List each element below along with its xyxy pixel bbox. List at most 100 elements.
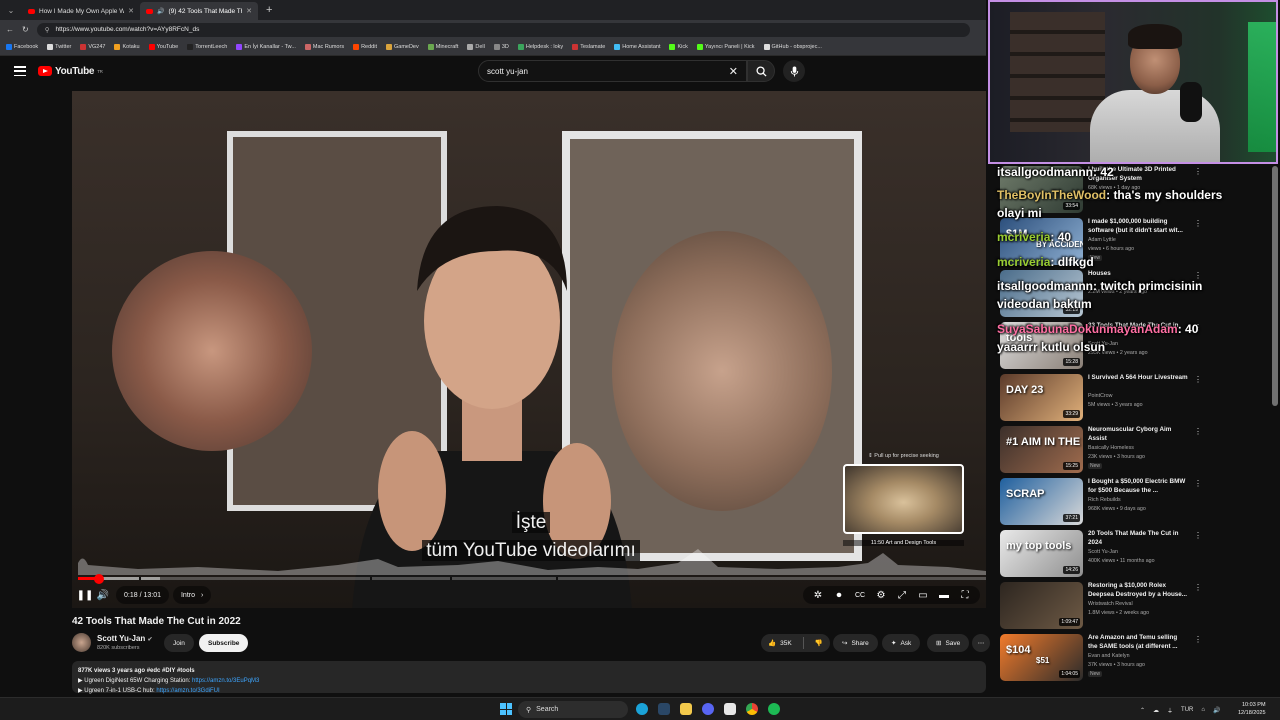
recommended-video[interactable]: #1 AIM IN THE WORLD 15:25 Neuromuscular Cy…: [997, 426, 1272, 476]
volume-icon[interactable]: 🔊: [1213, 707, 1220, 714]
recommended-video[interactable]: SCRAP 37:21 I Bought a $50,000 Electric BM…: [997, 478, 1272, 528]
more-vertical-icon[interactable]: ⋮: [1194, 635, 1202, 644]
chrome-icon[interactable]: [746, 703, 758, 715]
browser-tab[interactable]: How I Made My Own Apple Watch ✕: [22, 2, 140, 20]
bookmark-item[interactable]: TorrentLeech: [187, 44, 227, 50]
join-button[interactable]: Join: [164, 634, 194, 652]
miniplayer-icon[interactable]: ▭: [916, 588, 930, 602]
more-vertical-icon[interactable]: ⋮: [1194, 479, 1202, 488]
video-thumbnail[interactable]: DAY 23 33:29: [1000, 374, 1083, 421]
bookmark-item[interactable]: Twitter: [47, 44, 71, 50]
dislike-button[interactable]: 👎: [808, 639, 830, 647]
site-info-icon[interactable]: ⚲: [45, 26, 50, 34]
volume-icon[interactable]: 🔊: [96, 588, 110, 602]
bookmark-item[interactable]: Facebook: [6, 44, 38, 50]
fullscreen-icon[interactable]: ⛶: [958, 588, 972, 602]
bookmark-item[interactable]: YouTube: [148, 44, 178, 50]
video-thumbnail[interactable]: #1 AIM IN THE WORLD 15:25: [1000, 426, 1083, 473]
bookmark-item[interactable]: Minecraft: [427, 44, 458, 50]
video-player[interactable]: ⇕ Pull up for precise seeking 11:50 Art …: [72, 91, 986, 608]
youtube-logo[interactable]: YouTube TR: [38, 66, 103, 77]
start-icon[interactable]: [500, 703, 512, 715]
video-thumbnail[interactable]: 1:09:47: [1000, 582, 1083, 629]
pause-icon[interactable]: ❚❚: [77, 588, 94, 602]
recommended-video[interactable]: DAY 23 33:29 I Survived A 564 Hour Livestr…: [997, 374, 1272, 424]
description-link[interactable]: https://amzn.to/3GdiFUI: [156, 688, 219, 694]
bookmark-item[interactable]: Dell: [467, 44, 485, 50]
clear-search-icon[interactable]: ✕: [729, 65, 738, 78]
progress-bar[interactable]: [78, 573, 986, 584]
voice-search-button[interactable]: [783, 60, 805, 82]
url-field[interactable]: ⚲ https://www.youtube.com/watch?v=AYy8RF…: [36, 22, 970, 37]
usb-icon[interactable]: ⏚: [1167, 706, 1173, 715]
taskbar-search[interactable]: ⚲ Search: [518, 701, 628, 718]
bookmark-item[interactable]: VG247: [80, 44, 105, 50]
edge-icon[interactable]: [636, 703, 648, 715]
more-vertical-icon[interactable]: ⋮: [1194, 531, 1202, 540]
video-thumbnail[interactable]: $104 $51 1:04:05: [1000, 634, 1083, 681]
back-icon[interactable]: ←: [6, 25, 14, 34]
bookmark-item[interactable]: En İyi Kanallar - Tw...: [236, 44, 296, 50]
chapter-button[interactable]: Intro ›: [172, 586, 212, 604]
channel-avatar[interactable]: [72, 633, 91, 652]
bookmark-item[interactable]: Yayıncı Paneli | Kick: [696, 44, 755, 50]
bookmark-item[interactable]: Kotaku: [114, 44, 140, 50]
reload-icon[interactable]: ↻: [22, 25, 29, 34]
bookmark-item[interactable]: Kick: [669, 44, 688, 50]
save-button[interactable]: ⊞ Save: [927, 634, 970, 652]
description-link[interactable]: https://amzn.to/3EuPqM3: [192, 678, 259, 684]
video-thumbnail[interactable]: SCRAP 37:21: [1000, 478, 1083, 525]
autoplay-toggle-icon[interactable]: ⏺: [832, 588, 846, 602]
captions-icon[interactable]: CC: [853, 588, 867, 602]
browser-tab-active[interactable]: 🔊 (9) 42 Tools That Made The Cut ✕: [140, 2, 258, 20]
taskbar-clock[interactable]: 10:03 PM 12/18/2025: [1238, 701, 1266, 717]
network-icon[interactable]: ⌂: [1201, 707, 1205, 713]
more-vertical-icon[interactable]: ⋮: [1194, 375, 1202, 384]
bookmark-item[interactable]: Helpdesk : loky: [517, 44, 563, 50]
ask-button[interactable]: ✦ Ask: [882, 634, 921, 652]
scrubber-handle[interactable]: [93, 573, 104, 584]
search-input[interactable]: scott yu-jan ✕: [478, 60, 747, 82]
keyboard-language[interactable]: TUR: [1181, 707, 1193, 713]
tab-title: How I Made My Own Apple Watch: [39, 7, 125, 15]
open-in-new-icon[interactable]: ⤢: [895, 588, 909, 602]
menu-icon[interactable]: [14, 66, 26, 76]
more-actions-button[interactable]: ⋯: [972, 634, 990, 652]
cloud-icon[interactable]: ☁: [1153, 707, 1159, 714]
more-vertical-icon[interactable]: ⋮: [1194, 427, 1202, 436]
subscribe-button[interactable]: Subscribe: [199, 634, 249, 652]
close-tab-icon[interactable]: ✕: [128, 7, 134, 15]
like-button[interactable]: 👍 35K: [761, 639, 799, 648]
steam-icon[interactable]: [658, 703, 670, 715]
bookmark-item[interactable]: GameDev: [385, 44, 419, 50]
sidebar-scrollbar[interactable]: [1272, 166, 1278, 406]
chevron-up-icon[interactable]: ⌃: [1140, 707, 1145, 714]
channel-name: Rich Rebuilds: [1088, 497, 1121, 503]
bookmark-item[interactable]: GitHub - obsprojec...: [763, 44, 822, 50]
bookmark-item[interactable]: Home Assistant: [614, 44, 660, 50]
channel-name[interactable]: Scott Yu-Jan ✔: [97, 634, 153, 643]
search-button[interactable]: [747, 60, 775, 82]
app-icon[interactable]: [724, 703, 736, 715]
recommended-video[interactable]: $104 $51 1:04:05 Are Amazon and Temu sellin…: [997, 634, 1272, 684]
more-vertical-icon[interactable]: ⋮: [1194, 583, 1202, 592]
bookmark-item[interactable]: 3D: [493, 44, 509, 50]
recommended-video[interactable]: my top tools 14:26 20 Tools That Made The …: [997, 530, 1272, 580]
close-tab-icon[interactable]: ✕: [246, 7, 252, 15]
bookmark-item[interactable]: Reddit: [353, 44, 377, 50]
share-button[interactable]: ↪ Share: [833, 634, 878, 652]
settings-gear-icon[interactable]: ⚙: [874, 588, 888, 602]
video-thumbnail[interactable]: my top tools 14:26: [1000, 530, 1083, 577]
new-tab-button[interactable]: +: [266, 4, 272, 16]
tab-search-icon[interactable]: ⌄: [4, 3, 18, 17]
recommended-video[interactable]: 1:09:47 Restoring a $10,000 Rolex Deepsea…: [997, 582, 1272, 632]
ambient-mode-icon[interactable]: ✲: [811, 588, 825, 602]
description-box[interactable]: 877K views 3 years ago #edc #DIY #tools …: [72, 661, 986, 694]
discord-icon[interactable]: [702, 703, 714, 715]
chat-username: itsallgoodmannn: [997, 279, 1093, 293]
spotify-icon[interactable]: [768, 703, 780, 715]
bookmark-item[interactable]: Mac Rumors: [304, 44, 344, 50]
file-explorer-icon[interactable]: [680, 703, 692, 715]
bookmark-item[interactable]: Teslamate: [572, 44, 605, 50]
theater-mode-icon[interactable]: ▬: [937, 588, 951, 602]
